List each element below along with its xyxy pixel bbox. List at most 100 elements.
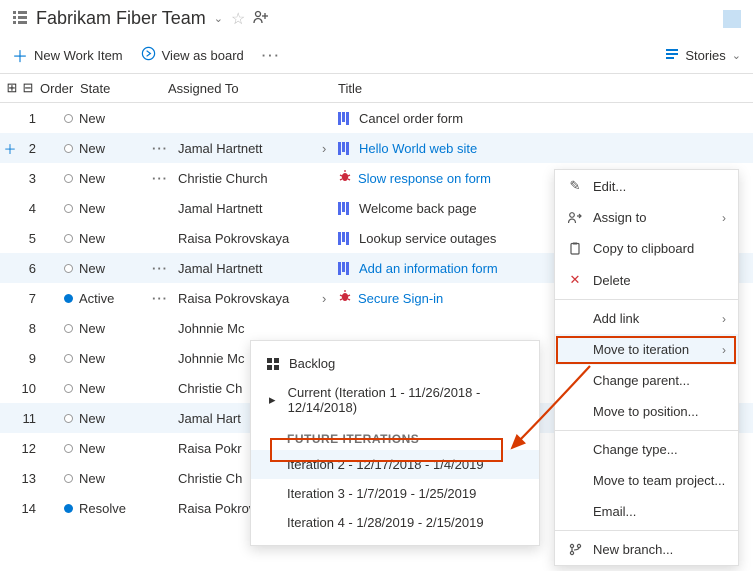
chevron-down-icon[interactable]: ⌄ (214, 12, 223, 25)
backlog-grid-icon (267, 358, 279, 370)
title-text[interactable]: Slow response on form (358, 171, 491, 186)
title-text[interactable]: Add an information form (359, 261, 498, 276)
row-order: 2 (20, 141, 64, 156)
state-text: Resolve (79, 501, 126, 516)
chevron-right-icon[interactable]: › (322, 141, 332, 156)
ctx-copy[interactable]: Copy to clipboard (555, 233, 738, 264)
ctx-moveteam-label: Move to team project... (593, 473, 725, 488)
col-assigned[interactable]: Assigned To (168, 81, 338, 96)
ctx-branch-label: New branch... (593, 542, 673, 557)
view-as-board-button[interactable]: View as board (141, 46, 244, 64)
col-state[interactable]: State (80, 81, 168, 96)
row-actions-icon[interactable]: ··· (152, 291, 170, 306)
row-order: 4 (20, 201, 64, 216)
expand-all-icon[interactable]: ⊞ (4, 80, 20, 96)
ctx-movepos-label: Move to position... (593, 404, 699, 419)
col-order[interactable]: Order (36, 81, 80, 96)
bug-icon (338, 290, 352, 306)
row-actions-icon[interactable]: ··· (152, 171, 170, 186)
submenu-backlog[interactable]: Backlog (251, 349, 539, 378)
assigned-name: Jamal Hartnett (178, 141, 263, 156)
table-row[interactable]: 1NewCancel order form (0, 103, 753, 133)
row-order: 9 (20, 351, 64, 366)
submenu-iteration-4[interactable]: Iteration 4 - 1/28/2019 - 2/15/2019 (251, 508, 539, 537)
state-text: New (79, 141, 105, 156)
state-dot-icon (64, 354, 73, 363)
iteration-submenu: Backlog ▸ Current (Iteration 1 - 11/26/2… (250, 340, 540, 546)
row-title[interactable]: Cancel order form (322, 111, 753, 126)
row-state: New (64, 171, 152, 186)
row-state: New (64, 471, 152, 486)
ctx-delete[interactable]: ✕Delete (555, 264, 738, 296)
state-text: New (79, 471, 105, 486)
row-assigned: Johnnie Mc (152, 321, 322, 336)
row-assigned: ··· Jamal Hartnett (152, 261, 322, 276)
row-title[interactable]: › Hello World web site (322, 141, 753, 156)
row-state: New (64, 141, 152, 156)
submenu-current[interactable]: ▸ Current (Iteration 1 - 11/26/2018 - 12… (251, 378, 539, 422)
title-text[interactable]: Hello World web site (359, 141, 477, 156)
assigned-name: Jamal Hartnett (178, 201, 263, 216)
row-order: 14 (20, 501, 64, 516)
ctx-new-branch[interactable]: New branch... (555, 534, 738, 565)
team-members-icon[interactable] (253, 10, 269, 27)
ctx-move-to-team-project[interactable]: Move to team project... (555, 465, 738, 496)
assigned-name: Christie Ch (178, 381, 242, 396)
state-dot-icon (64, 264, 73, 273)
ctx-separator (555, 430, 738, 431)
chevron-right-icon: › (722, 211, 726, 225)
state-text: New (79, 111, 105, 126)
ctx-email[interactable]: Email... (555, 496, 738, 527)
persona-square-icon[interactable] (723, 10, 741, 28)
col-title[interactable]: Title (338, 81, 753, 96)
context-menu: ✎Edit... Assign to › Copy to clipboard ✕D… (554, 169, 739, 566)
ctx-copy-label: Copy to clipboard (593, 241, 694, 256)
ctx-change-parent[interactable]: Change parent... (555, 365, 738, 396)
backlog-icon (12, 9, 28, 28)
state-dot-icon (64, 324, 73, 333)
row-state: New (64, 441, 152, 456)
row-order: 3 (20, 171, 64, 186)
row-assigned: Raisa Pokrovskaya (152, 231, 322, 246)
row-actions-icon[interactable]: ··· (152, 261, 170, 276)
collapse-all-icon[interactable]: ⊟ (20, 80, 36, 96)
submenu-iteration-2[interactable]: Iteration 2 - 12/17/2018 - 1/4/2019 (251, 450, 539, 479)
assigned-name: Raisa Pokr (178, 441, 242, 456)
user-story-icon (338, 262, 353, 275)
ctx-edit[interactable]: ✎Edit... (555, 170, 738, 202)
submenu-iteration-3[interactable]: Iteration 3 - 1/7/2019 - 1/25/2019 (251, 479, 539, 508)
ctx-change-type[interactable]: Change type... (555, 434, 738, 465)
state-dot-icon (64, 474, 73, 483)
chevron-down-icon: ⌄ (732, 49, 741, 62)
row-state: Resolve (64, 501, 152, 516)
state-text: New (79, 201, 105, 216)
favorite-star-icon[interactable]: ☆ (231, 9, 245, 29)
state-dot-icon (64, 294, 73, 303)
user-story-icon (338, 202, 353, 215)
assigned-name: Johnnie Mc (178, 351, 244, 366)
assigned-name: Raisa Pokrovskaya (178, 231, 289, 246)
ctx-moveiter-label: Move to iteration (593, 342, 689, 357)
ctx-move-to-iteration[interactable]: Move to iteration› (555, 334, 738, 365)
row-state: New (64, 261, 152, 276)
new-work-item-button[interactable]: ＋ New Work Item (12, 43, 123, 67)
ctx-move-to-position[interactable]: Move to position... (555, 396, 738, 427)
ctx-assign-label: Assign to (593, 210, 646, 225)
row-assigned: ···Christie Church (152, 171, 322, 186)
row-actions-icon[interactable]: ··· (152, 141, 170, 156)
stories-filter[interactable]: Stories ⌄ (665, 47, 741, 64)
chevron-right-icon[interactable]: › (322, 291, 332, 306)
branch-icon (567, 543, 583, 556)
column-header: ⊞ ⊟ Order State Assigned To Title (0, 74, 753, 103)
title-text[interactable]: Secure Sign-in (358, 291, 443, 306)
assigned-name: Christie Ch (178, 471, 242, 486)
ctx-assign-to[interactable]: Assign to › (555, 202, 738, 233)
row-order: 6 (20, 261, 64, 276)
row-gutter[interactable]: ＋ (0, 139, 20, 158)
table-row[interactable]: ＋2 New ··· Jamal Hartnett › Hello World web s… (0, 133, 753, 163)
team-name[interactable]: Fabrikam Fiber Team (36, 8, 206, 29)
toolbar-overflow[interactable]: ··· (262, 48, 281, 63)
view-as-board-label: View as board (162, 48, 244, 63)
ctx-add-link[interactable]: Add link› (555, 303, 738, 334)
assigned-name: Jamal Hartnett (178, 261, 263, 276)
